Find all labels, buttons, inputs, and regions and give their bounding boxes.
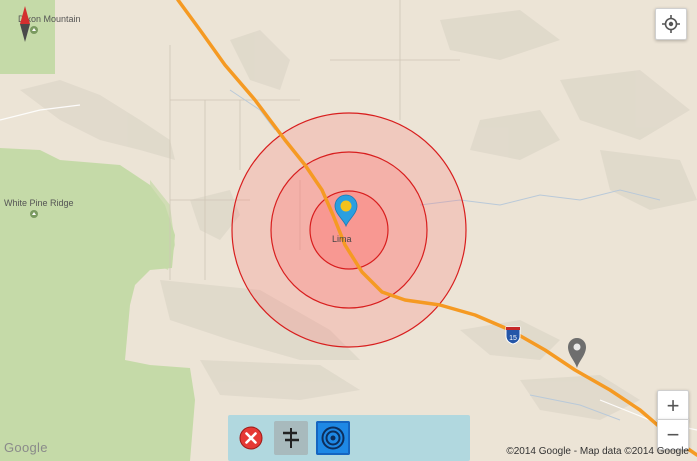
ridge-label: White Pine Ridge xyxy=(4,198,74,208)
google-logo: Google xyxy=(4,440,48,455)
my-location-button[interactable] xyxy=(655,8,687,40)
clear-button[interactable] xyxy=(234,421,268,455)
zoom-in-button[interactable]: + xyxy=(657,390,689,421)
map-canvas[interactable]: 15 xyxy=(0,0,697,461)
compass-button[interactable] xyxy=(14,4,36,44)
copyright-text: ©2014 Google - Map data ©2014 Google xyxy=(506,446,689,457)
search-radius xyxy=(231,112,467,348)
close-circle-icon xyxy=(239,426,263,450)
crosshair-icon xyxy=(662,15,680,33)
bottom-toolbar xyxy=(228,415,470,461)
peak-marker-icon xyxy=(30,210,38,218)
highway-shield-number: 15 xyxy=(509,335,517,342)
radius-button[interactable] xyxy=(316,421,350,455)
target-icon xyxy=(321,426,345,450)
signpost-icon xyxy=(283,428,299,448)
compass-icon xyxy=(20,6,30,42)
town-label: Lima xyxy=(332,234,352,244)
directions-button[interactable] xyxy=(274,421,308,455)
